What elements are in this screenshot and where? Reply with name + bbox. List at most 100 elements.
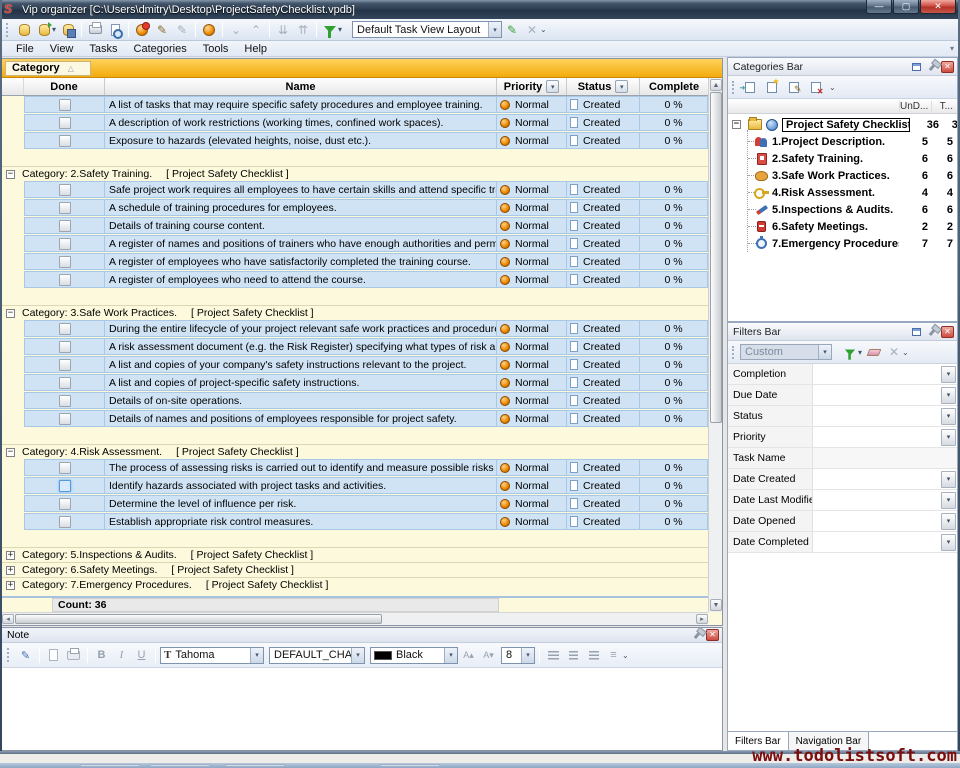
horizontal-scrollbar[interactable]: ◂ ▸ xyxy=(2,612,708,625)
float-panel-icon[interactable] xyxy=(909,325,923,338)
collapse-toggle-icon[interactable]: − xyxy=(6,448,15,457)
task-row[interactable]: The process of assessing risks is carrie… xyxy=(2,459,708,476)
collapse-toggle-icon[interactable]: + xyxy=(6,566,15,575)
menubar-overflow-icon[interactable]: ▾ xyxy=(950,44,954,53)
toolbar-overflow-icon[interactable]: ⌄ xyxy=(622,651,629,660)
task-row[interactable]: A list and copies of project-specific sa… xyxy=(2,374,708,391)
filter-value[interactable] xyxy=(813,427,940,447)
task-done-checkbox[interactable] xyxy=(59,498,71,510)
edit-task-icon[interactable]: ✎ xyxy=(152,21,172,39)
bold-icon[interactable]: B xyxy=(92,646,111,665)
close-button[interactable]: ✕ xyxy=(920,0,956,14)
column-header-undone[interactable]: UnD... xyxy=(899,101,931,112)
duplicate-task-icon[interactable]: ✎ xyxy=(172,21,192,39)
layout-combo[interactable]: Default Task View Layout ▾ xyxy=(352,21,502,38)
priority-filter-dropdown[interactable] xyxy=(546,80,559,93)
category-tree-item[interactable]: 5.Inspections & Audits.66 xyxy=(728,201,957,218)
menu-categories[interactable]: Categories xyxy=(126,43,195,55)
toolbar-grip[interactable] xyxy=(7,648,11,662)
filter-value[interactable] xyxy=(813,511,940,531)
task-done-checkbox[interactable] xyxy=(59,184,71,196)
category-group-header[interactable]: +Category: 7.Emergency Procedures.[ Proj… xyxy=(2,577,708,592)
chevron-down-icon[interactable]: ▾ xyxy=(444,648,457,663)
clear-filter-icon[interactable] xyxy=(864,343,884,361)
save-database-icon[interactable] xyxy=(58,21,78,39)
horizontal-scroll-thumb[interactable] xyxy=(15,614,382,624)
font-name-combo[interactable]: T Tahoma ▾ xyxy=(160,647,264,664)
task-row[interactable]: A register of employees who need to atte… xyxy=(2,271,708,288)
edit-category-icon[interactable] xyxy=(784,79,803,96)
column-header-complete[interactable]: Complete xyxy=(640,78,708,95)
chevron-down-icon[interactable]: ▾ xyxy=(941,492,956,509)
toolbar-grip[interactable] xyxy=(732,81,736,94)
save-layout-button[interactable]: ✎ xyxy=(502,21,522,39)
filter-value[interactable] xyxy=(813,385,940,405)
group-by-category-button[interactable]: Category △ xyxy=(5,61,91,76)
task-done-checkbox[interactable] xyxy=(59,220,71,232)
chevron-down-icon[interactable]: ▾ xyxy=(488,22,501,37)
category-tree-item[interactable]: 6.Safety Meetings.22 xyxy=(728,218,957,235)
category-tree-item[interactable]: 2.Safety Training.66 xyxy=(728,150,957,167)
menu-view[interactable]: View xyxy=(42,43,82,55)
print-note-icon[interactable] xyxy=(64,646,83,665)
chevron-down-icon[interactable]: ▾ xyxy=(52,25,56,34)
filter-value[interactable] xyxy=(813,448,957,468)
pin-panel-icon[interactable] xyxy=(925,60,939,73)
task-row[interactable]: A description of work restrictions (work… xyxy=(2,114,708,131)
column-header-name[interactable]: Name xyxy=(105,78,497,95)
task-done-checkbox[interactable] xyxy=(59,413,71,425)
new-database-icon[interactable] xyxy=(14,21,34,39)
collapse-toggle-icon[interactable]: − xyxy=(732,120,741,129)
task-done-checkbox[interactable] xyxy=(59,480,71,492)
chevron-down-icon[interactable]: ▾ xyxy=(338,25,342,34)
collapse-toggle-icon[interactable]: − xyxy=(6,170,15,179)
column-header-total[interactable]: T... xyxy=(931,101,957,112)
task-row[interactable]: A register of employees who have satisfa… xyxy=(2,253,708,270)
task-done-checkbox[interactable] xyxy=(59,377,71,389)
filter-value[interactable] xyxy=(813,469,940,489)
chevron-down-icon[interactable]: ▾ xyxy=(941,366,956,383)
chevron-down-icon[interactable]: ▾ xyxy=(858,348,862,357)
task-row[interactable]: Identify hazards associated with project… xyxy=(2,477,708,494)
task-done-checkbox[interactable] xyxy=(59,323,71,335)
print-icon[interactable] xyxy=(85,21,105,39)
move-to-top-icon[interactable]: ⇈ xyxy=(293,21,313,39)
collapse-toggle-icon[interactable]: − xyxy=(6,309,15,318)
align-left-icon[interactable] xyxy=(544,646,563,665)
category-tree-item[interactable]: 7.Emergency Procedures.77 xyxy=(728,235,957,252)
font-size-combo[interactable]: 8 ▾ xyxy=(501,647,535,664)
underline-icon[interactable]: U xyxy=(132,646,151,665)
task-done-checkbox[interactable] xyxy=(59,395,71,407)
move-up-icon[interactable]: ⌃ xyxy=(246,21,266,39)
task-row[interactable]: Determine the level of influence per ris… xyxy=(2,495,708,512)
delete-category-icon[interactable] xyxy=(806,79,825,96)
move-down-icon[interactable]: ⌄ xyxy=(226,21,246,39)
chevron-down-icon[interactable]: ▾ xyxy=(941,513,956,530)
note-body[interactable] xyxy=(2,668,722,750)
task-done-checkbox[interactable] xyxy=(59,256,71,268)
task-row[interactable]: Details of on-site operations.NormalCrea… xyxy=(2,392,708,409)
pin-panel-icon[interactable] xyxy=(925,325,939,338)
task-done-checkbox[interactable] xyxy=(59,238,71,250)
filter-value[interactable] xyxy=(813,490,940,510)
toolbar-overflow-icon[interactable]: ⌄ xyxy=(540,25,547,34)
task-row[interactable]: During the entire lifecycle of your proj… xyxy=(2,320,708,337)
task-row[interactable]: A risk assessment document (e.g. the Ris… xyxy=(2,338,708,355)
scroll-up-icon[interactable]: ▲ xyxy=(710,79,722,91)
vertical-scrollbar[interactable]: ▲ ▼ xyxy=(708,78,722,612)
category-group-header[interactable]: +Category: 5.Inspections & Audits.[ Proj… xyxy=(2,547,708,562)
collapse-toggle-icon[interactable]: + xyxy=(6,551,15,560)
scroll-down-icon[interactable]: ▼ xyxy=(710,599,722,611)
chevron-down-icon[interactable]: ▾ xyxy=(941,429,956,446)
category-tree-item[interactable]: 4.Risk Assessment.44 xyxy=(728,184,957,201)
add-task-list-icon[interactable] xyxy=(740,79,759,96)
toolbar-overflow-icon[interactable]: ⌄ xyxy=(902,348,909,357)
close-panel-icon[interactable]: ✕ xyxy=(706,629,719,641)
close-panel-icon[interactable]: ✕ xyxy=(941,61,954,73)
chevron-down-icon[interactable]: ▾ xyxy=(941,408,956,425)
category-group-header[interactable]: −Category: 4.Risk Assessment.[ Project S… xyxy=(2,444,708,459)
category-group-header[interactable]: −Category: 2.Safety Training.[ Project S… xyxy=(2,166,708,181)
filter-preset-combo[interactable]: Custom ▾ xyxy=(740,344,832,360)
bullet-list-icon[interactable]: ≡ xyxy=(604,646,623,665)
column-header-done[interactable]: Done xyxy=(24,78,105,95)
